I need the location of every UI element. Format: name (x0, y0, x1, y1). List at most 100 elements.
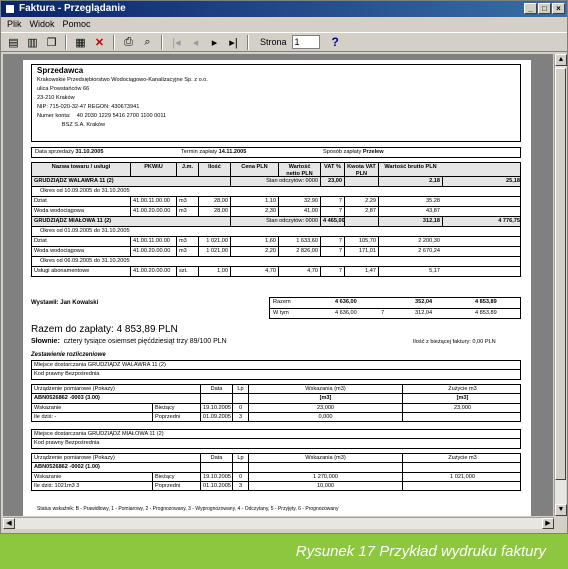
table-cell: Kod prawny Bezpośrednia (34, 440, 100, 446)
seller-line: Krakowskie Przedsiębiorstwo Wodociągowo-… (37, 77, 208, 83)
app-icon (5, 4, 15, 14)
table-cell: 1,47 (344, 267, 378, 276)
table-cell: 1,60 (230, 237, 278, 246)
table-cell: 23,000 (248, 404, 402, 412)
export-icon[interactable]: ▥ (24, 34, 41, 50)
payment-method: Przelew (362, 149, 384, 155)
prev-page-icon[interactable]: ◂ (187, 34, 204, 50)
table-cell: szt. (176, 267, 198, 276)
table-cell: 3 (232, 482, 248, 490)
table-header: Nazwa towaru / usługi PKWiU J.m. Ilość Cena … (31, 162, 521, 177)
table-cell: 0 (232, 404, 248, 412)
table-cell: m3 (176, 197, 198, 206)
amount-in-words: cztery tysiące osiemset pięćdziesiąt trz… (63, 338, 227, 345)
table-cell: 41.00.20.00.00 (130, 267, 176, 276)
dates-row (31, 147, 521, 158)
table-cell: 7 (320, 247, 344, 256)
scroll-down-icon[interactable]: ▼ (555, 504, 567, 516)
table-cell: Data (200, 385, 232, 393)
table-cell: 105,70 (344, 237, 378, 246)
invoice-page: Sprzedawca Krakowskie Przedsiębiorstwo W… (23, 60, 531, 516)
table-cell: ABN0526862 -0002 (1.00) (34, 464, 100, 470)
table-cell: 2,30 (230, 207, 278, 216)
table-row: Usługi abonamentowe 41.00.20.00.00 szt. 1,0… (31, 267, 521, 277)
footer-legend: Status wskaźnik: B - Prawidłowy, 1 - Pom… (37, 506, 339, 512)
table-cell: 7 (320, 267, 344, 276)
meter-reading-row: Wskazanie Bieżący 19.10.2005 0 23,000 23,000 (31, 404, 521, 413)
table-cell: 1 021,00 (198, 247, 230, 256)
meter-header: Urządzenie pomiarowe (Pokazy) Data Lp Wskaz… (31, 453, 521, 463)
seller-title: Sprzedawca (37, 66, 84, 75)
toolbar: ▤ ▥ ❐ ▦ ✕ ⎙ ⌕ |◂ ◂ ▸ ▸| Strona ? (1, 32, 567, 52)
table-cell: Lp (232, 454, 248, 462)
table-cell: VAT % (320, 163, 344, 176)
table-cell: 23,000 (402, 404, 522, 412)
settlement-title: Zestawienie rozliczeniowe (31, 352, 106, 358)
menu-view[interactable]: Widok (30, 18, 55, 31)
table-row: Woda wodociągowa 41.00.20.00.00 m3 28,00 2,3… (31, 207, 521, 217)
copy-icon[interactable]: ❐ (43, 34, 60, 50)
table-cell: Miejsce dostarczania GRUDZIĄDZ MIAŁOWA 1… (34, 431, 164, 437)
print-icon[interactable]: ⎙ (120, 34, 137, 50)
figure-caption: Rysunek 17 Przykład wydruku faktury (0, 534, 568, 569)
table-cell: Ile dziś: 1021m3 3 (34, 483, 80, 489)
zoom-icon[interactable]: ⌕ (139, 34, 156, 50)
table-cell: Data (200, 454, 232, 462)
maximize-button[interactable]: □ (538, 3, 551, 14)
table-cell: 1 021,000 (402, 473, 522, 481)
table-cell: Lp (232, 385, 248, 393)
table-cell: Okres od 10.09.2005 do 31.10.2005 (40, 188, 130, 194)
table-cell: 2 826,00 (278, 247, 320, 256)
export-excel-icon[interactable]: ▦ (72, 34, 89, 50)
table-cell: 0,000 (248, 413, 402, 421)
scroll-right-icon[interactable]: ▶ (542, 518, 554, 529)
payer-row: Kod prawny Bezpośrednia (31, 439, 521, 449)
help-icon[interactable]: ? (332, 35, 339, 49)
period-row: Okres od 10.09.2005 do 31.10.2005 (31, 187, 521, 197)
table-cell: 1 270,000 (248, 473, 402, 481)
scroll-thumb[interactable] (555, 68, 566, 480)
close-button[interactable]: × (552, 3, 565, 14)
minimize-button[interactable]: _ (524, 3, 537, 14)
table-cell: 4 776,75 (442, 217, 522, 226)
meter-header: Urządzenie pomiarowe (Pokazy) Data Lp Wskaz… (31, 384, 521, 394)
preview-area[interactable]: Sprzedawca Krakowskie Przedsiębiorstwo W… (3, 54, 553, 516)
table-cell: Zużycie m3 (402, 385, 522, 393)
table-cell: 2,87 (344, 207, 378, 216)
page-number-input[interactable] (291, 35, 320, 49)
scroll-left-icon[interactable]: ◀ (3, 518, 15, 529)
menu-file[interactable]: Plik (7, 18, 22, 31)
table-cell: 23,00 (320, 177, 344, 186)
table-cell: 25,18 (442, 177, 522, 186)
table-cell: Zużycie m3 (402, 454, 522, 462)
table-cell: 35,28 (378, 197, 442, 206)
open-icon[interactable]: ▤ (5, 34, 22, 50)
totals-wtym-vat: 312,04 (415, 310, 433, 316)
last-page-icon[interactable]: ▸| (225, 34, 242, 50)
next-page-icon[interactable]: ▸ (206, 34, 223, 50)
due-date-label: Termin zapłaty (181, 149, 218, 155)
totals-wtym-label: W tym (273, 310, 289, 316)
table-cell: 2,29 (344, 197, 378, 206)
table-cell: Wskazania (m3) (248, 385, 402, 393)
payment-method-label: Sposób zapłaty (323, 149, 362, 155)
table-cell: Stan odczytów: 0000 (230, 177, 320, 186)
table-cell: 28,00 (198, 197, 230, 206)
totals-wtym-vat-rate: 7 (381, 310, 385, 316)
table-row: Dziat 41.00.11.00.00 m3 28,00 1,10 32,90 7 2,29… (31, 197, 521, 207)
table-cell: GRUDZIĄDZ MIAŁOWA 11 (2) (34, 218, 112, 224)
table-cell: Nazwa towaru / usługi (51, 164, 111, 170)
table-cell: PKWiU (130, 163, 176, 176)
table-cell: 1,00 (198, 267, 230, 276)
table-cell: 41.00.20.00.00 (130, 207, 176, 216)
totals-razem-label: Razem (273, 299, 291, 305)
first-page-icon[interactable]: |◂ (168, 34, 185, 50)
table-cell: Wskazania (m3) (248, 454, 402, 462)
table-cell: 2,18 (378, 177, 442, 186)
vertical-scrollbar[interactable]: ▲ ▼ (554, 54, 567, 516)
scroll-up-icon[interactable]: ▲ (555, 54, 567, 66)
delete-icon[interactable]: ✕ (91, 34, 108, 50)
horizontal-scrollbar[interactable]: ◀ ▶ (3, 517, 554, 529)
menu-help[interactable]: Pomoc (63, 18, 91, 31)
table-cell: [m3] (248, 394, 402, 403)
